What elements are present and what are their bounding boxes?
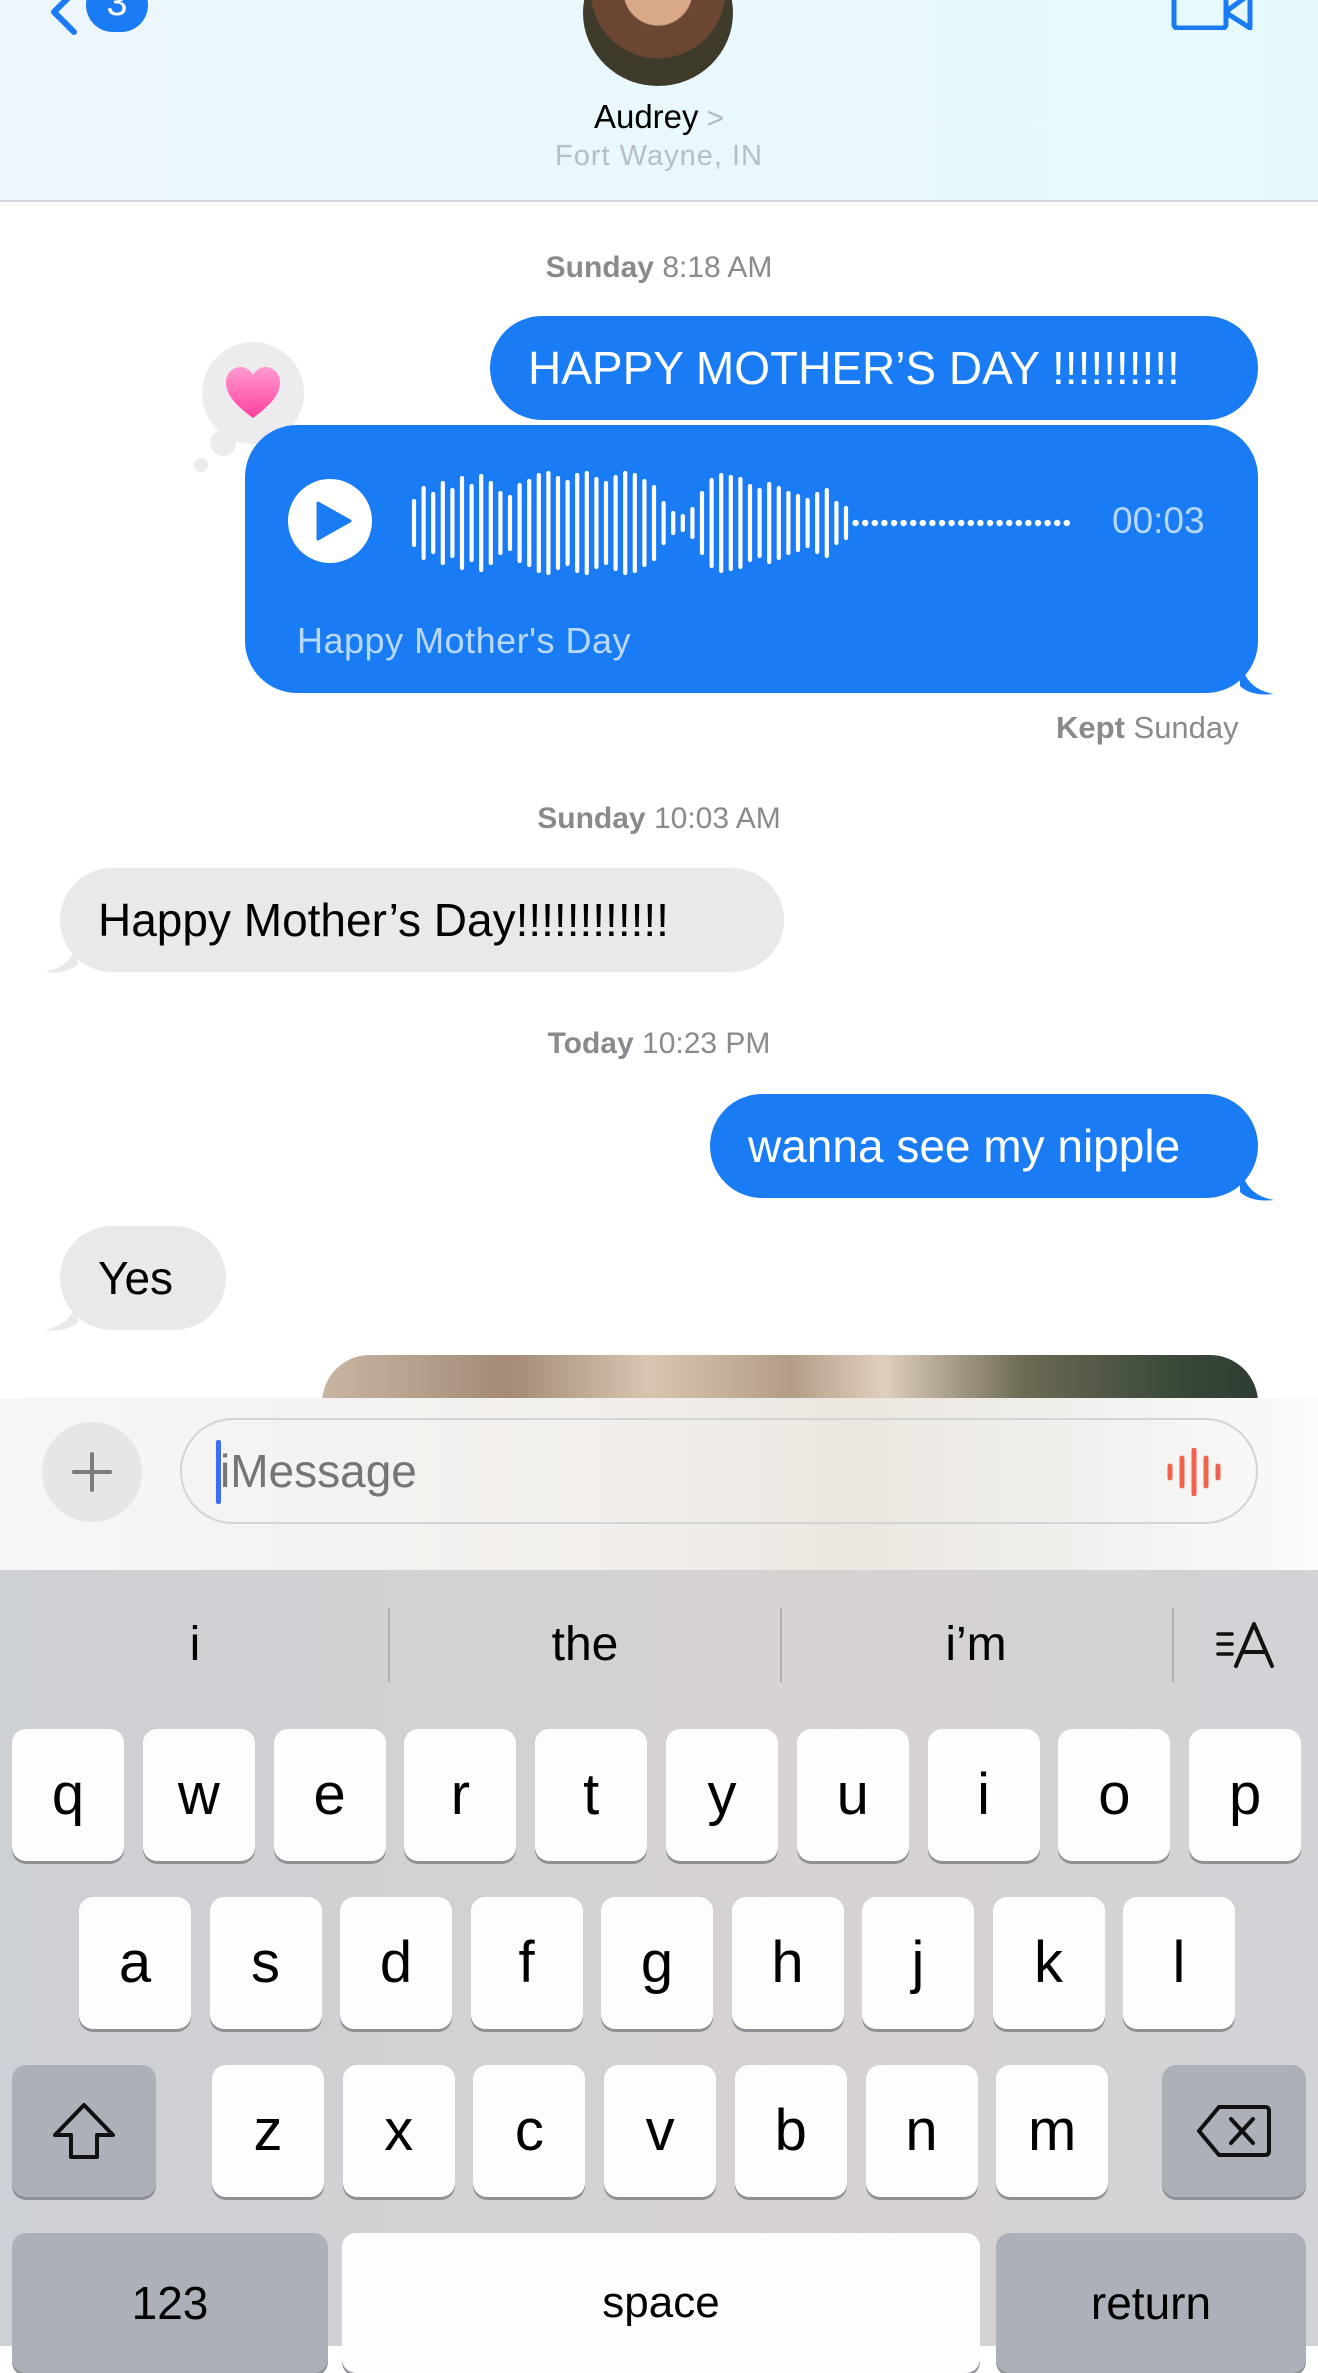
contact-name[interactable]: Audrey > — [0, 98, 1318, 136]
timestamp-day: Today — [547, 1027, 634, 1060]
timestamp-day: Sunday — [545, 251, 654, 284]
key-i[interactable]: i — [927, 1729, 1040, 1861]
waveform-dot — [852, 519, 859, 527]
shift-key[interactable] — [12, 2065, 156, 2197]
back-chevron-icon[interactable] — [44, 0, 84, 40]
waveform-dot — [1034, 519, 1042, 527]
waveform-dot — [986, 519, 994, 527]
timestamp-day: Sunday — [537, 802, 646, 835]
outgoing-message[interactable]: HAPPY MOTHER’S DAY !!!!!!!!!! — [490, 316, 1258, 420]
reaction-tail-dot — [194, 458, 208, 472]
key-u[interactable]: u — [796, 1729, 909, 1861]
play-button[interactable] — [288, 479, 372, 563]
waveform-dot — [919, 519, 926, 527]
chevron-right-icon: > — [706, 102, 725, 135]
key-y[interactable]: y — [666, 1729, 778, 1861]
suggestion-item[interactable]: i — [0, 1610, 390, 1680]
waveform-dot — [1063, 519, 1070, 527]
waveform-dot — [862, 519, 869, 527]
play-icon — [316, 501, 352, 541]
contact-location: Fort Wayne, IN — [555, 140, 763, 172]
audio-duration: 00:03 — [1112, 500, 1205, 541]
waveform-dot — [967, 519, 974, 527]
waveform-dot — [938, 519, 946, 527]
key-m[interactable]: m — [996, 2065, 1109, 2197]
backspace-icon — [1197, 2105, 1271, 2157]
waveform-dot — [958, 519, 965, 527]
backspace-key[interactable] — [1162, 2065, 1306, 2197]
timestamp-time: 10:03 AM — [653, 802, 781, 835]
video-call-icon[interactable] — [1170, 0, 1254, 30]
waveform-dot — [1015, 519, 1022, 527]
text-format-icon[interactable] — [1214, 1620, 1278, 1670]
key-s[interactable]: s — [209, 1897, 322, 2029]
key-o[interactable]: o — [1058, 1729, 1171, 1861]
divider — [1172, 1608, 1174, 1682]
timestamp-time: 10:23 PM — [642, 1027, 771, 1060]
return-key[interactable]: return — [996, 2233, 1306, 2373]
suggestion-item[interactable]: i’m — [780, 1610, 1172, 1680]
dictation-waveform-icon[interactable] — [1164, 1448, 1226, 1496]
text-caret — [216, 1440, 221, 1504]
key-d[interactable]: d — [340, 1897, 452, 2029]
outgoing-message[interactable]: wanna see my nipple — [710, 1094, 1258, 1198]
key-g[interactable]: g — [601, 1897, 713, 2029]
key-n[interactable]: n — [865, 2065, 978, 2197]
timestamp: Sunday 10:03 AM — [0, 802, 1318, 836]
waveform-dot — [1054, 519, 1061, 527]
key-h[interactable]: h — [731, 1897, 844, 2029]
space-key[interactable]: space — [342, 2233, 980, 2373]
message-input[interactable] — [180, 1418, 1258, 1524]
key-b[interactable]: b — [734, 2065, 847, 2197]
kept-label: Kept — [1056, 710, 1125, 745]
waveform-dot — [881, 519, 888, 527]
plus-icon — [72, 1452, 112, 1492]
key-q[interactable]: q — [12, 1729, 124, 1861]
key-t[interactable]: t — [535, 1729, 648, 1861]
key-v[interactable]: v — [604, 2065, 717, 2197]
bubble-tail — [1240, 660, 1274, 695]
waveform-dot — [948, 519, 955, 527]
audio-waveform[interactable] — [410, 468, 1080, 578]
waveform-dot — [1025, 519, 1032, 527]
key-x[interactable]: x — [342, 2065, 455, 2197]
timestamp-time: 8:18 AM — [662, 251, 773, 284]
contact-name-label: Audrey — [593, 98, 699, 135]
incoming-message[interactable]: Yes — [60, 1226, 226, 1330]
waveform-dot — [1006, 519, 1013, 527]
waveform-dot — [900, 519, 907, 527]
key-l[interactable]: l — [1123, 1897, 1235, 2029]
timestamp: Sunday 8:18 AM — [0, 251, 1318, 285]
waveform-dot — [890, 519, 898, 527]
key-a[interactable]: a — [79, 1897, 191, 2029]
key-z[interactable]: z — [212, 2065, 324, 2197]
apps-plus-button[interactable] — [42, 1422, 142, 1522]
waveform-dot — [910, 519, 917, 527]
waveform-dot — [1044, 519, 1051, 527]
audio-transcript: Happy Mother's Day — [297, 620, 632, 661]
numbers-key[interactable]: 123 — [12, 2233, 328, 2373]
heart-icon — [226, 367, 280, 418]
key-p[interactable]: p — [1189, 1729, 1302, 1861]
key-w[interactable]: w — [142, 1729, 255, 1861]
key-k[interactable]: k — [992, 1897, 1105, 2029]
key-r[interactable]: r — [404, 1729, 517, 1861]
waveform-dot — [977, 519, 984, 527]
kept-day: Sunday — [1133, 710, 1239, 745]
key-c[interactable]: c — [473, 2065, 586, 2197]
kept-status: Kept Sunday — [1056, 710, 1239, 746]
suggestion-item[interactable]: the — [390, 1610, 780, 1680]
shift-icon — [53, 2103, 115, 2159]
key-j[interactable]: j — [862, 1897, 974, 2029]
waveform-dot — [996, 519, 1003, 527]
incoming-message[interactable]: Happy Mother’s Day!!!!!!!!!!!! — [60, 868, 784, 972]
key-e[interactable]: e — [273, 1729, 386, 1861]
key-f[interactable]: f — [470, 1897, 583, 2029]
waveform-dot — [871, 519, 878, 527]
timestamp: Today 10:23 PM — [0, 1027, 1318, 1061]
waveform-dot — [929, 519, 936, 527]
